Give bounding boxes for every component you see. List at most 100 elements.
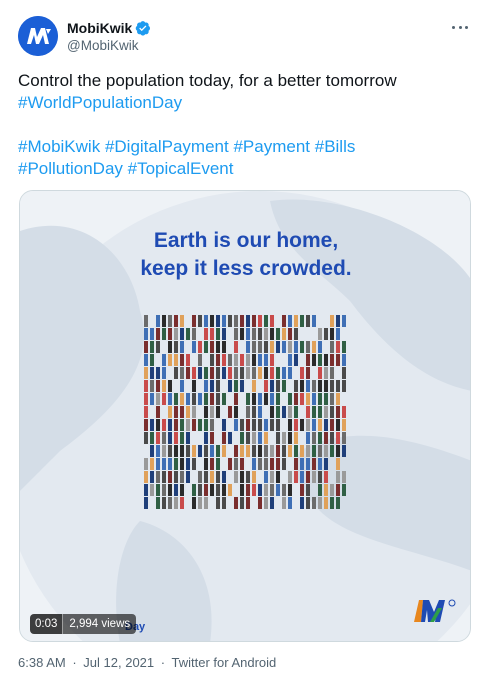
person-figure-icon <box>336 341 340 353</box>
person-figure-icon <box>228 367 232 379</box>
person-figure-icon <box>342 406 346 418</box>
hashtag-link[interactable]: #MobiKwik <box>18 137 100 156</box>
hashtag-link[interactable]: #TopicalEvent <box>128 159 234 178</box>
person-figure-icon <box>318 445 322 457</box>
person-figure-icon <box>246 484 250 496</box>
person-figure-icon <box>162 380 166 392</box>
person-figure-icon <box>264 393 268 405</box>
hashtag-link[interactable]: #WorldPopulationDay <box>18 93 182 112</box>
person-figure-icon <box>282 341 286 353</box>
person-figure-icon <box>330 458 334 470</box>
person-figure-icon <box>282 406 286 418</box>
person-figure-icon <box>240 341 244 353</box>
person-figure-icon <box>246 419 250 431</box>
person-figure-icon <box>330 471 334 483</box>
person-figure-icon <box>198 367 202 379</box>
person-figure-icon <box>204 367 208 379</box>
person-figure-icon <box>210 471 214 483</box>
video-views: 2,994 views <box>62 614 137 634</box>
crowd-square-illustration <box>144 315 348 519</box>
person-figure-icon <box>186 432 190 444</box>
person-figure-icon <box>300 367 304 379</box>
person-figure-icon <box>204 497 208 509</box>
person-figure-icon <box>192 354 196 366</box>
person-figure-icon <box>258 445 262 457</box>
person-figure-icon <box>276 497 280 509</box>
person-figure-icon <box>312 419 316 431</box>
person-figure-icon <box>240 419 244 431</box>
person-figure-icon <box>222 380 226 392</box>
person-figure-icon <box>252 367 256 379</box>
person-figure-icon <box>174 354 178 366</box>
person-figure-icon <box>144 393 148 405</box>
tweet-source[interactable]: Twitter for Android <box>172 655 277 670</box>
person-figure-icon <box>264 497 268 509</box>
person-figure-icon <box>342 419 346 431</box>
person-figure-icon <box>264 419 268 431</box>
person-figure-icon <box>336 393 340 405</box>
person-figure-icon <box>192 484 196 496</box>
person-figure-icon <box>168 445 172 457</box>
person-figure-icon <box>276 484 280 496</box>
tweet-time[interactable]: 6:38 AM <box>18 655 66 670</box>
person-figure-icon <box>288 432 292 444</box>
person-figure-icon <box>264 315 268 327</box>
person-figure-icon <box>300 484 304 496</box>
hashtag-link[interactable]: #PollutionDay <box>18 159 123 178</box>
more-options-icon[interactable] <box>449 20 471 34</box>
person-figure-icon <box>342 354 346 366</box>
person-figure-icon <box>318 406 322 418</box>
tweet-date[interactable]: Jul 12, 2021 <box>83 655 154 670</box>
person-figure-icon <box>174 419 178 431</box>
person-figure-icon <box>180 445 184 457</box>
person-figure-icon <box>150 328 154 340</box>
hashtag-link[interactable]: #Bills <box>315 137 356 156</box>
person-figure-icon <box>228 406 232 418</box>
person-figure-icon <box>174 406 178 418</box>
crowd-row <box>144 341 348 353</box>
person-figure-icon <box>204 471 208 483</box>
person-figure-icon <box>174 432 178 444</box>
hashtag-link[interactable]: #Payment <box>233 137 310 156</box>
person-figure-icon <box>300 328 304 340</box>
person-figure-icon <box>240 445 244 457</box>
person-figure-icon <box>162 497 166 509</box>
person-figure-icon <box>210 419 214 431</box>
person-figure-icon <box>288 315 292 327</box>
tweet-text: Control the population today, for a bett… <box>18 70 468 180</box>
person-figure-icon <box>186 341 190 353</box>
person-figure-icon <box>222 497 226 509</box>
person-figure-icon <box>330 484 334 496</box>
person-figure-icon <box>210 497 214 509</box>
person-figure-icon <box>318 497 322 509</box>
person-figure-icon <box>336 367 340 379</box>
person-figure-icon <box>186 471 190 483</box>
person-figure-icon <box>330 445 334 457</box>
mobikwik-brand-logo-icon <box>414 599 456 622</box>
person-figure-icon <box>246 458 250 470</box>
display-name[interactable]: MobiKwik <box>67 20 132 36</box>
person-figure-icon <box>228 354 232 366</box>
person-figure-icon <box>180 315 184 327</box>
person-figure-icon <box>192 315 196 327</box>
crowd-row <box>144 406 348 418</box>
display-name-row: MobiKwik <box>67 19 151 36</box>
person-figure-icon <box>192 497 196 509</box>
person-figure-icon <box>210 328 214 340</box>
person-figure-icon <box>144 445 148 457</box>
hashtag-link[interactable]: #DigitalPayment <box>105 137 229 156</box>
video-player[interactable]: Earth is our home, keep it less crowded.… <box>19 190 471 642</box>
person-figure-icon <box>156 497 160 509</box>
mobikwik-logo-icon <box>18 16 58 56</box>
person-figure-icon <box>156 458 160 470</box>
person-figure-icon <box>312 471 316 483</box>
crowd-row <box>144 380 348 392</box>
person-figure-icon <box>312 432 316 444</box>
person-figure-icon <box>174 380 178 392</box>
person-figure-icon <box>252 328 256 340</box>
handle[interactable]: @MobiKwik <box>67 38 151 53</box>
person-figure-icon <box>210 484 214 496</box>
person-figure-icon <box>228 380 232 392</box>
avatar[interactable] <box>18 16 58 56</box>
person-figure-icon <box>168 380 172 392</box>
